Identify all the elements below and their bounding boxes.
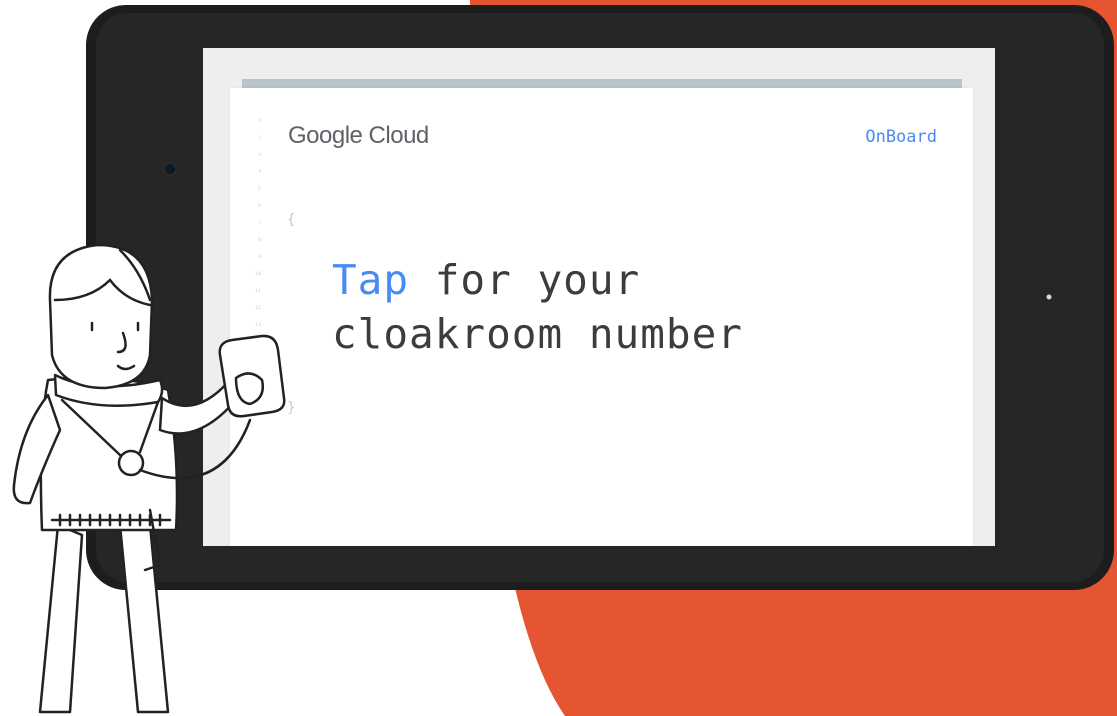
- content-card[interactable]: 1 2 3 4 5 6 7 8 9 10 11 12 13 14 15 16 17 18 Google Cloud…: [230, 88, 973, 546]
- line-number: 7: [257, 220, 261, 226]
- line-number: 17: [254, 390, 261, 396]
- onboard-label: OnBoard: [865, 127, 937, 147]
- line-number: 6: [257, 203, 261, 209]
- line-number: 16: [254, 373, 261, 379]
- line-number: 18: [254, 407, 261, 413]
- camera-lens-icon: [163, 162, 177, 176]
- line-number: 12: [254, 305, 261, 311]
- line-number: 2: [257, 135, 261, 141]
- line-number: 9: [257, 254, 261, 260]
- line-number: 3: [257, 152, 261, 158]
- tablet-screen: 1 2 3 4 5 6 7 8 9 10 11 12 13 14 15 16 17 18 Google Cloud…: [203, 48, 995, 546]
- line-number: 13: [254, 322, 261, 328]
- close-brace: }: [287, 400, 296, 416]
- headline-line-1-rest: for your: [409, 256, 641, 304]
- line-number: 5: [257, 186, 261, 192]
- line-number: 14: [254, 339, 261, 345]
- headline-line-1: Tap for your: [332, 253, 743, 307]
- line-number: 1: [257, 118, 261, 124]
- line-number: 4: [257, 169, 261, 175]
- open-brace: {: [287, 212, 296, 228]
- line-number: 8: [257, 237, 261, 243]
- line-number: 11: [254, 288, 261, 294]
- line-number: 10: [254, 271, 261, 277]
- screen-top-bar: [242, 79, 962, 88]
- line-number: 15: [254, 356, 261, 362]
- headline-accent: Tap: [332, 256, 410, 304]
- sensor-dot: [1046, 294, 1052, 300]
- brand-logo: Google Cloud: [288, 122, 429, 149]
- headline: Tap for your cloakroom number: [332, 253, 743, 361]
- headline-line-2: cloakroom number: [332, 310, 743, 358]
- line-number-gutter: 1 2 3 4 5 6 7 8 9 10 11 12 13 14 15 16 17 18: [247, 118, 261, 413]
